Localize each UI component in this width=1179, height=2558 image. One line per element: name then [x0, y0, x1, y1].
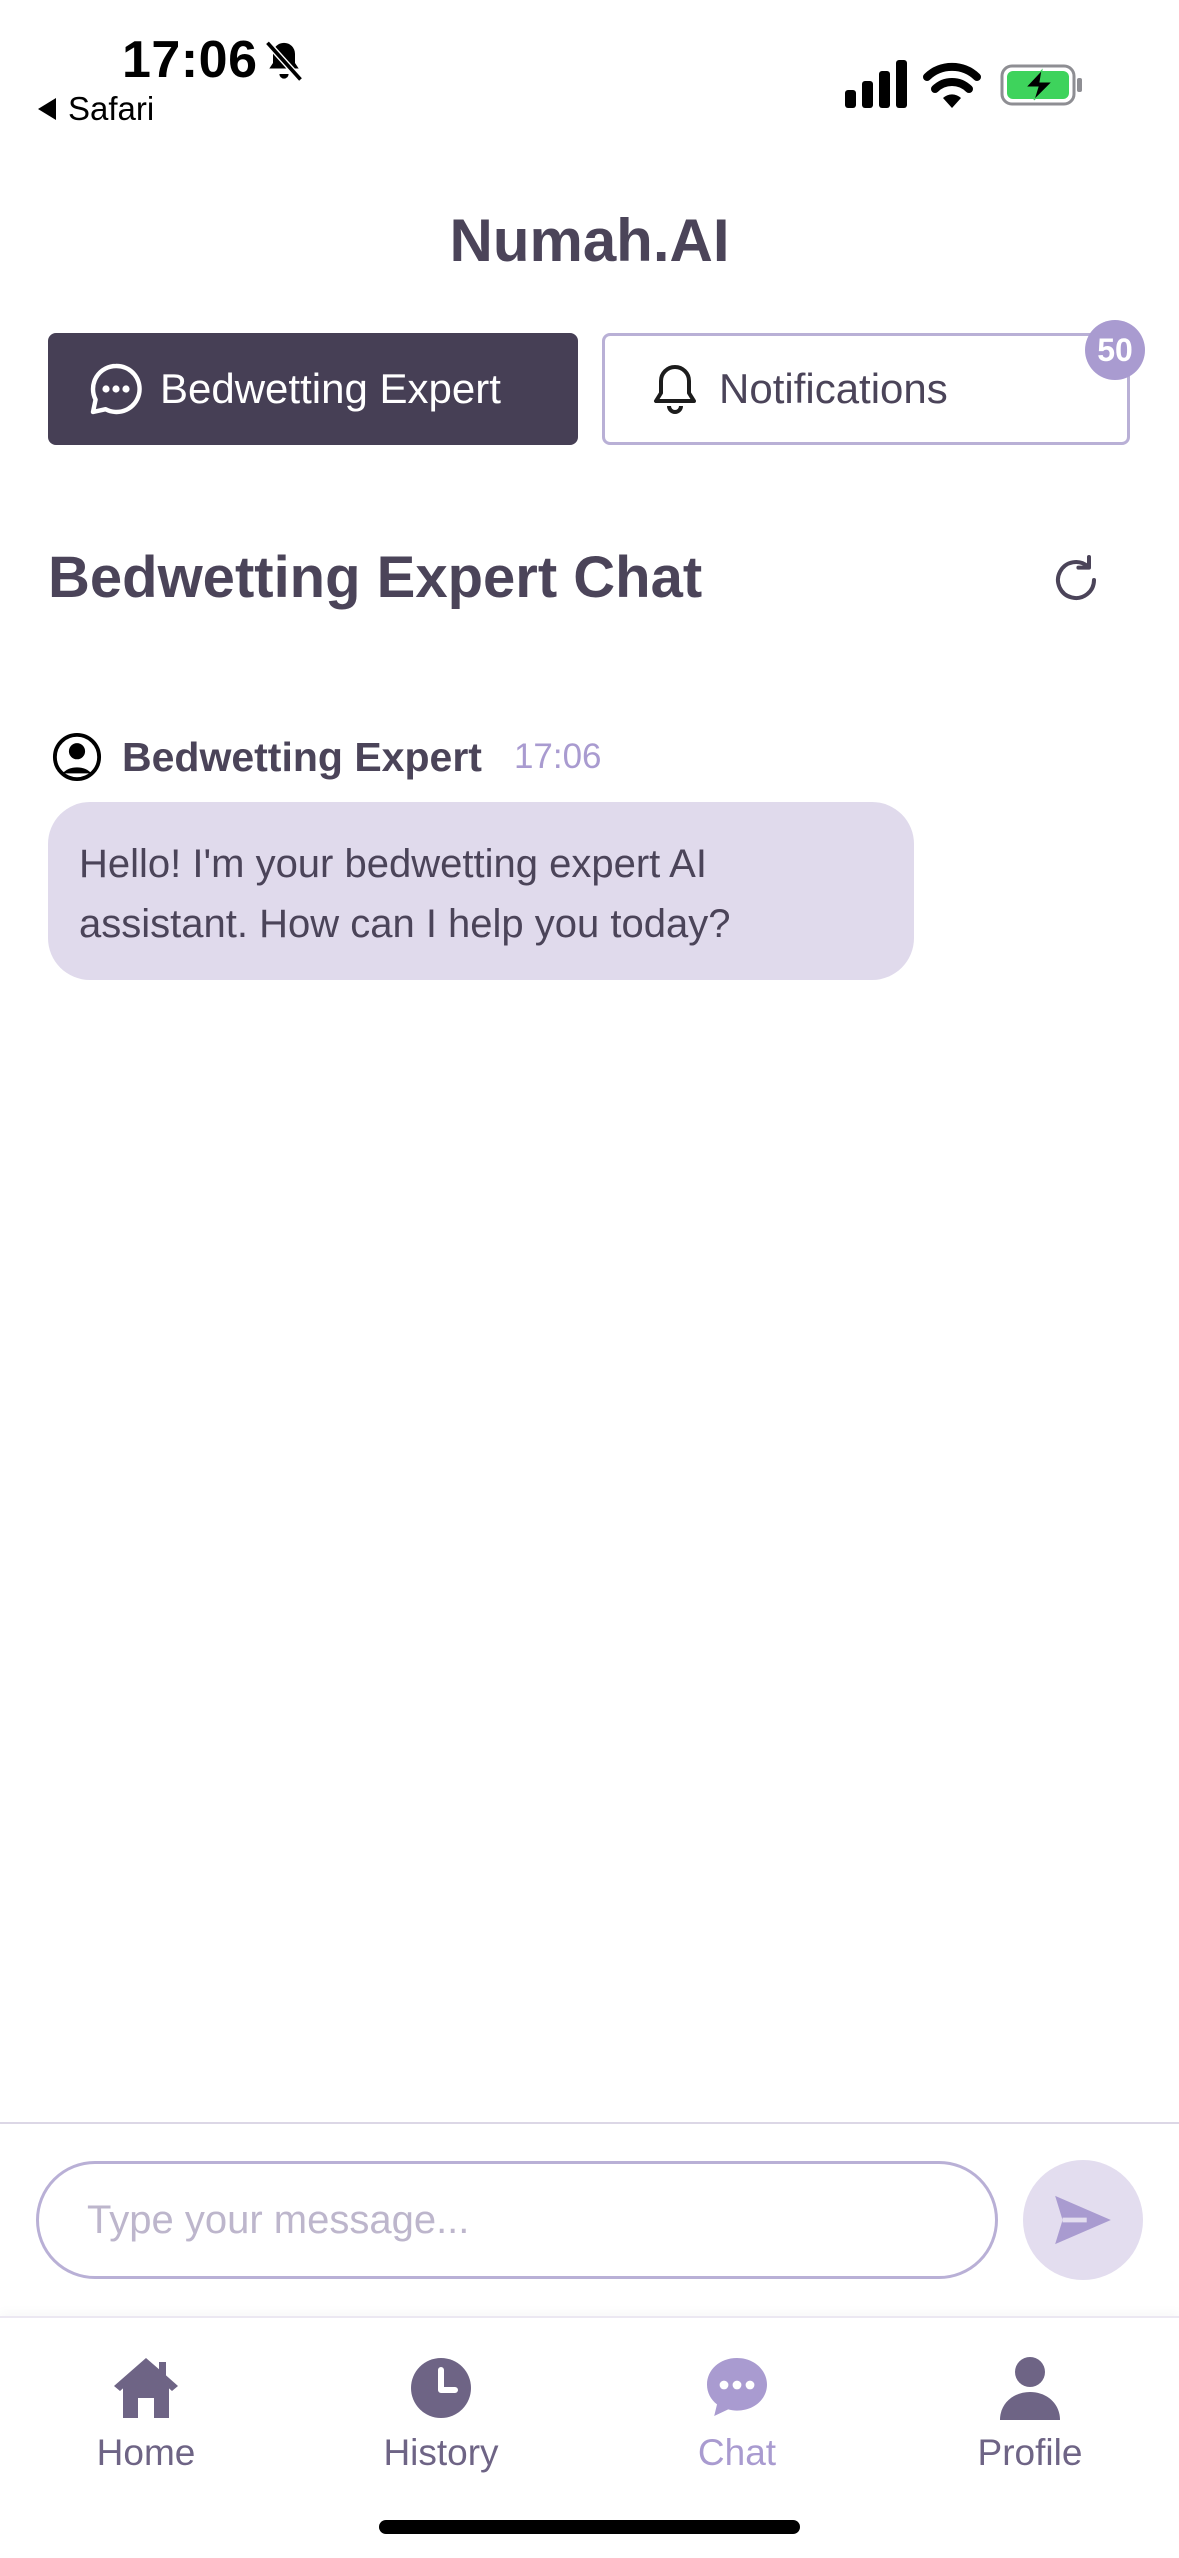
bell-icon	[654, 365, 696, 414]
back-to-app-button[interactable]: Safari	[38, 90, 154, 128]
chat-title: Bedwetting Expert Chat	[48, 545, 703, 610]
chat-bubble-icon	[707, 2358, 767, 2416]
message-bubble: Hello! I'm your bedwetting expert AI ass…	[48, 802, 914, 980]
nav-profile[interactable]: Profile	[920, 2352, 1140, 2474]
notifications-count-badge: 50	[1085, 320, 1145, 380]
tab-notifications-label: Notifications	[719, 365, 948, 412]
refresh-icon[interactable]	[1046, 550, 1106, 610]
chat-bubble-icon	[90, 363, 142, 415]
message-header: Bedwetting Expert 17:06	[52, 732, 602, 782]
tab-notifications[interactable]: Notifications	[602, 333, 1130, 445]
app-title: Numah.AI	[449, 207, 730, 274]
message-time: 17:06	[513, 737, 602, 776]
status-time: 17:06	[122, 31, 258, 89]
bell-slash-icon	[265, 40, 303, 82]
message-sender: Bedwetting Expert	[122, 733, 482, 780]
nav-home[interactable]: Home	[36, 2352, 256, 2474]
clock-icon	[411, 2358, 471, 2418]
message-input[interactable]	[36, 2161, 998, 2279]
back-arrow-icon	[38, 98, 56, 120]
nav-chat[interactable]: Chat	[627, 2352, 847, 2474]
send-icon	[1055, 2195, 1111, 2245]
nav-chat-label: Chat	[697, 2432, 777, 2473]
home-icon	[114, 2358, 178, 2418]
cellular-signal-icon	[845, 60, 907, 108]
back-app-label: Safari	[68, 90, 155, 127]
send-button[interactable]	[1023, 2160, 1143, 2280]
person-icon	[1000, 2357, 1060, 2420]
home-indicator	[379, 2520, 800, 2534]
nav-history[interactable]: History	[331, 2352, 551, 2474]
battery-charging-icon	[1000, 64, 1082, 106]
tab-bedwetting-expert[interactable]: Bedwetting Expert	[48, 333, 578, 445]
wifi-icon	[923, 62, 981, 108]
nav-home-label: Home	[96, 2432, 196, 2473]
tab-bedwetting-expert-label: Bedwetting Expert	[160, 365, 501, 412]
user-circle-icon	[52, 732, 102, 782]
nav-profile-label: Profile	[977, 2432, 1083, 2473]
nav-history-label: History	[383, 2432, 499, 2473]
composer-divider	[0, 2122, 1179, 2124]
